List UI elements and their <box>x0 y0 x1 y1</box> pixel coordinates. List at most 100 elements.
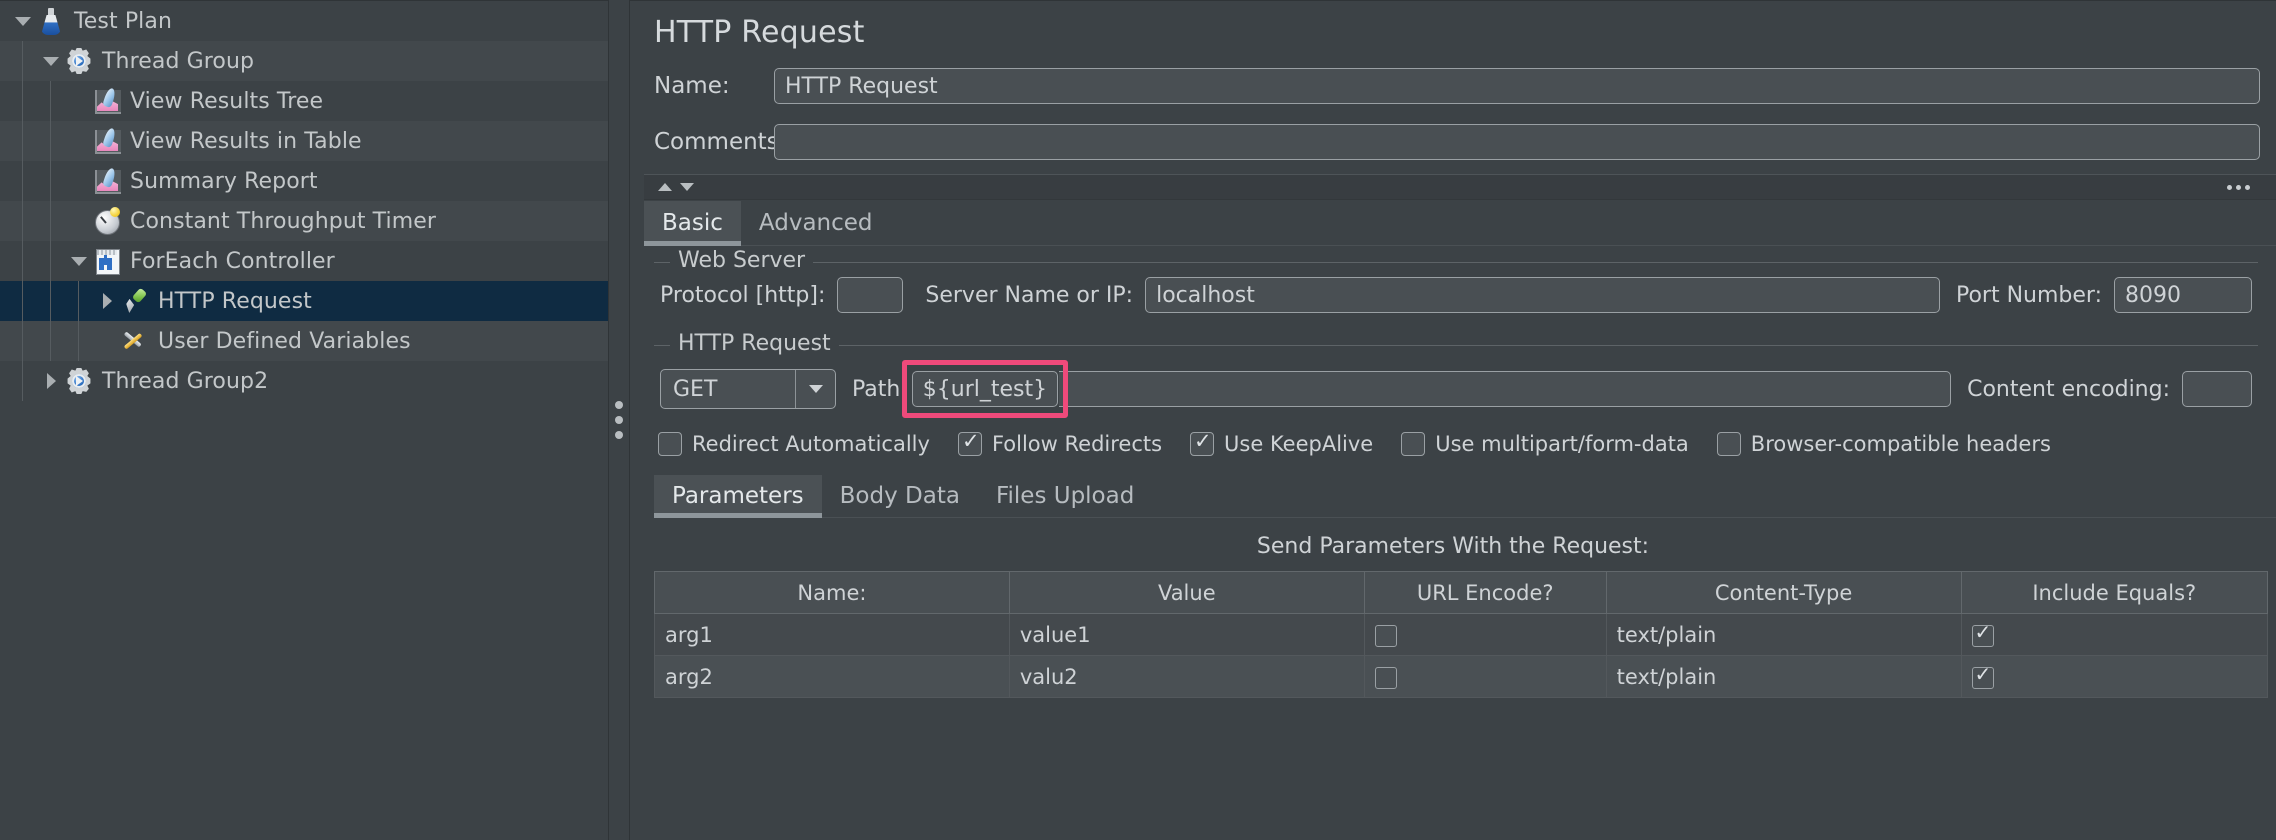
http-request-section: HTTP Request GET Path: ${url_test} Conte… <box>654 331 2258 418</box>
tree-item-summary-report[interactable]: Summary Report <box>0 161 608 201</box>
url-encode-checkbox[interactable] <box>1374 666 1397 689</box>
url-encode-checkbox[interactable] <box>1374 624 1397 647</box>
chevron-down-icon[interactable] <box>680 183 694 191</box>
cell-name[interactable]: arg2 <box>654 655 1010 698</box>
pipette-icon <box>120 286 150 316</box>
tab-basic[interactable]: Basic <box>644 201 741 246</box>
column-header[interactable]: Content-Type <box>1605 571 1962 614</box>
chevron-down-icon[interactable] <box>38 41 64 81</box>
tree-item-foreach-controller[interactable]: ForEach Controller <box>0 241 608 281</box>
comments-input[interactable] <box>774 124 2260 160</box>
table-row[interactable]: arg1 value1 text/plain <box>654 613 2269 656</box>
column-header[interactable]: Name: <box>654 571 1010 614</box>
jmeter-window: Test Plan Thread Group View Results Tree Vi… <box>0 0 2276 840</box>
parameters-tabs[interactable]: Parameters Body Data Files Upload <box>654 474 2276 518</box>
tree-item-constant-throughput-timer[interactable]: Constant Throughput Timer <box>0 201 608 241</box>
panel-splitter[interactable] <box>608 0 630 840</box>
tree-guide-line <box>50 201 51 241</box>
cell-value[interactable]: valu2 <box>1008 655 1365 698</box>
cell-name[interactable]: arg1 <box>654 613 1010 656</box>
tab-body-data[interactable]: Body Data <box>822 475 978 517</box>
tree-guide-line <box>22 41 23 81</box>
column-header[interactable]: Value <box>1008 571 1365 614</box>
method-select[interactable]: GET <box>660 369 836 409</box>
tree-item-thread-group[interactable]: Thread Group <box>0 41 608 81</box>
name-row: Name: HTTP Request <box>630 68 2276 104</box>
request-options-checkboxes[interactable]: Redirect Automatically Follow Redirects Us… <box>658 429 2276 456</box>
tree-item-label: HTTP Request <box>158 288 312 314</box>
cell-include-equals[interactable] <box>1960 655 2269 698</box>
tree-item-label: Constant Throughput Timer <box>130 208 437 234</box>
include-equals-checkbox[interactable] <box>1971 621 1994 647</box>
cell-content-type[interactable]: text/plain <box>1605 613 1962 656</box>
checkbox-use-keepalive[interactable]: Use KeepAlive <box>1190 429 1373 456</box>
path-input[interactable]: ${url_test} <box>911 371 1058 407</box>
content-encoding-input[interactable] <box>2182 371 2252 407</box>
checkbox-follow-redirects[interactable]: Follow Redirects <box>957 429 1162 456</box>
web-server-fields: Protocol [http]: Server Name or IP: loca… <box>654 263 2258 313</box>
http-request-editor: HTTP Request Name: HTTP Request Comments… <box>630 0 2276 840</box>
http-request-fields: GET Path: ${url_test} Content encoding: <box>654 346 2258 418</box>
checkbox-redirect-automatically[interactable]: Redirect Automatically <box>658 432 930 456</box>
tab-advanced[interactable]: Advanced <box>741 201 891 245</box>
name-label: Name: <box>654 73 730 99</box>
tree-item-test-plan[interactable]: Test Plan <box>0 1 608 41</box>
tree-item-view-results-in-table[interactable]: View Results in Table <box>0 121 608 161</box>
main-tabs[interactable]: Basic Advanced <box>644 200 2276 246</box>
protocol-label: Protocol [http]: <box>660 282 826 308</box>
cell-value[interactable]: value1 <box>1008 613 1365 656</box>
port-number-input[interactable]: 8090 <box>2114 277 2252 313</box>
chevron-up-icon[interactable] <box>658 183 672 191</box>
checkbox-label: Use multipart/form-data <box>1435 432 1689 456</box>
tree-guide-line <box>22 281 23 321</box>
protocol-input[interactable] <box>837 277 904 313</box>
checkbox-box[interactable] <box>658 432 682 456</box>
cell-include-equals[interactable] <box>1960 613 2269 656</box>
table-row[interactable]: arg2 valu2 text/plain <box>654 655 2269 698</box>
path-input-extension[interactable] <box>1058 371 1952 407</box>
tab-parameters[interactable]: Parameters <box>654 475 822 518</box>
tree-item-view-results-tree[interactable]: View Results Tree <box>0 81 608 121</box>
chevron-right-icon[interactable] <box>38 361 64 401</box>
section-collapse-bar[interactable] <box>644 174 2276 200</box>
chevron-down-icon[interactable] <box>66 241 92 281</box>
chevron-down-icon[interactable] <box>10 1 36 41</box>
checkbox-browser-compatible-headers[interactable]: Browser-compatible headers <box>1716 432 2051 456</box>
tree-twisty-spacer <box>94 321 120 361</box>
server-name-input[interactable]: localhost <box>1145 277 1940 313</box>
parameters-table[interactable]: Name: Value URL Encode? Content-Type Include… <box>654 571 2269 698</box>
checkbox-box[interactable] <box>1401 432 1426 456</box>
tree-item-label: Thread Group2 <box>102 368 269 394</box>
checkbox-use-multipart-form-data[interactable]: Use multipart/form-data <box>1401 432 1689 456</box>
checkbox-box[interactable] <box>957 429 982 456</box>
tree-item-label: Thread Group <box>102 48 255 74</box>
cell-content-type[interactable]: text/plain <box>1605 655 1962 698</box>
checkbox-box[interactable] <box>1716 432 1741 456</box>
path-label: Path: <box>852 376 908 402</box>
tree-item-user-defined-variables[interactable]: User Defined Variables <box>0 321 608 361</box>
test-plan-tree[interactable]: Test Plan Thread Group View Results Tree Vi… <box>0 0 608 840</box>
collapse-arrows[interactable] <box>658 183 694 191</box>
include-equals-checkbox[interactable] <box>1971 663 1994 689</box>
tree-item-thread-group2[interactable]: Thread Group2 <box>0 361 608 401</box>
chevron-right-icon[interactable] <box>94 281 120 321</box>
checkbox-label: Redirect Automatically <box>692 432 930 456</box>
checkbox-box[interactable] <box>1190 429 1215 456</box>
chevron-down-icon[interactable] <box>795 370 835 408</box>
column-header[interactable]: URL Encode? <box>1363 571 1607 614</box>
tree-item-http-request[interactable]: HTTP Request <box>0 281 608 321</box>
comments-row: Comments: <box>630 124 2276 160</box>
name-input[interactable]: HTTP Request <box>774 68 2260 104</box>
column-header[interactable]: Include Equals? <box>1960 571 2269 614</box>
cell-url-encode[interactable] <box>1363 655 1607 698</box>
tree-twisty-spacer <box>66 201 92 241</box>
tab-files-upload[interactable]: Files Upload <box>978 475 1152 517</box>
more-options-icon[interactable] <box>2227 184 2250 190</box>
cell-url-encode[interactable] <box>1363 613 1607 656</box>
tree-guide-line <box>22 81 23 121</box>
